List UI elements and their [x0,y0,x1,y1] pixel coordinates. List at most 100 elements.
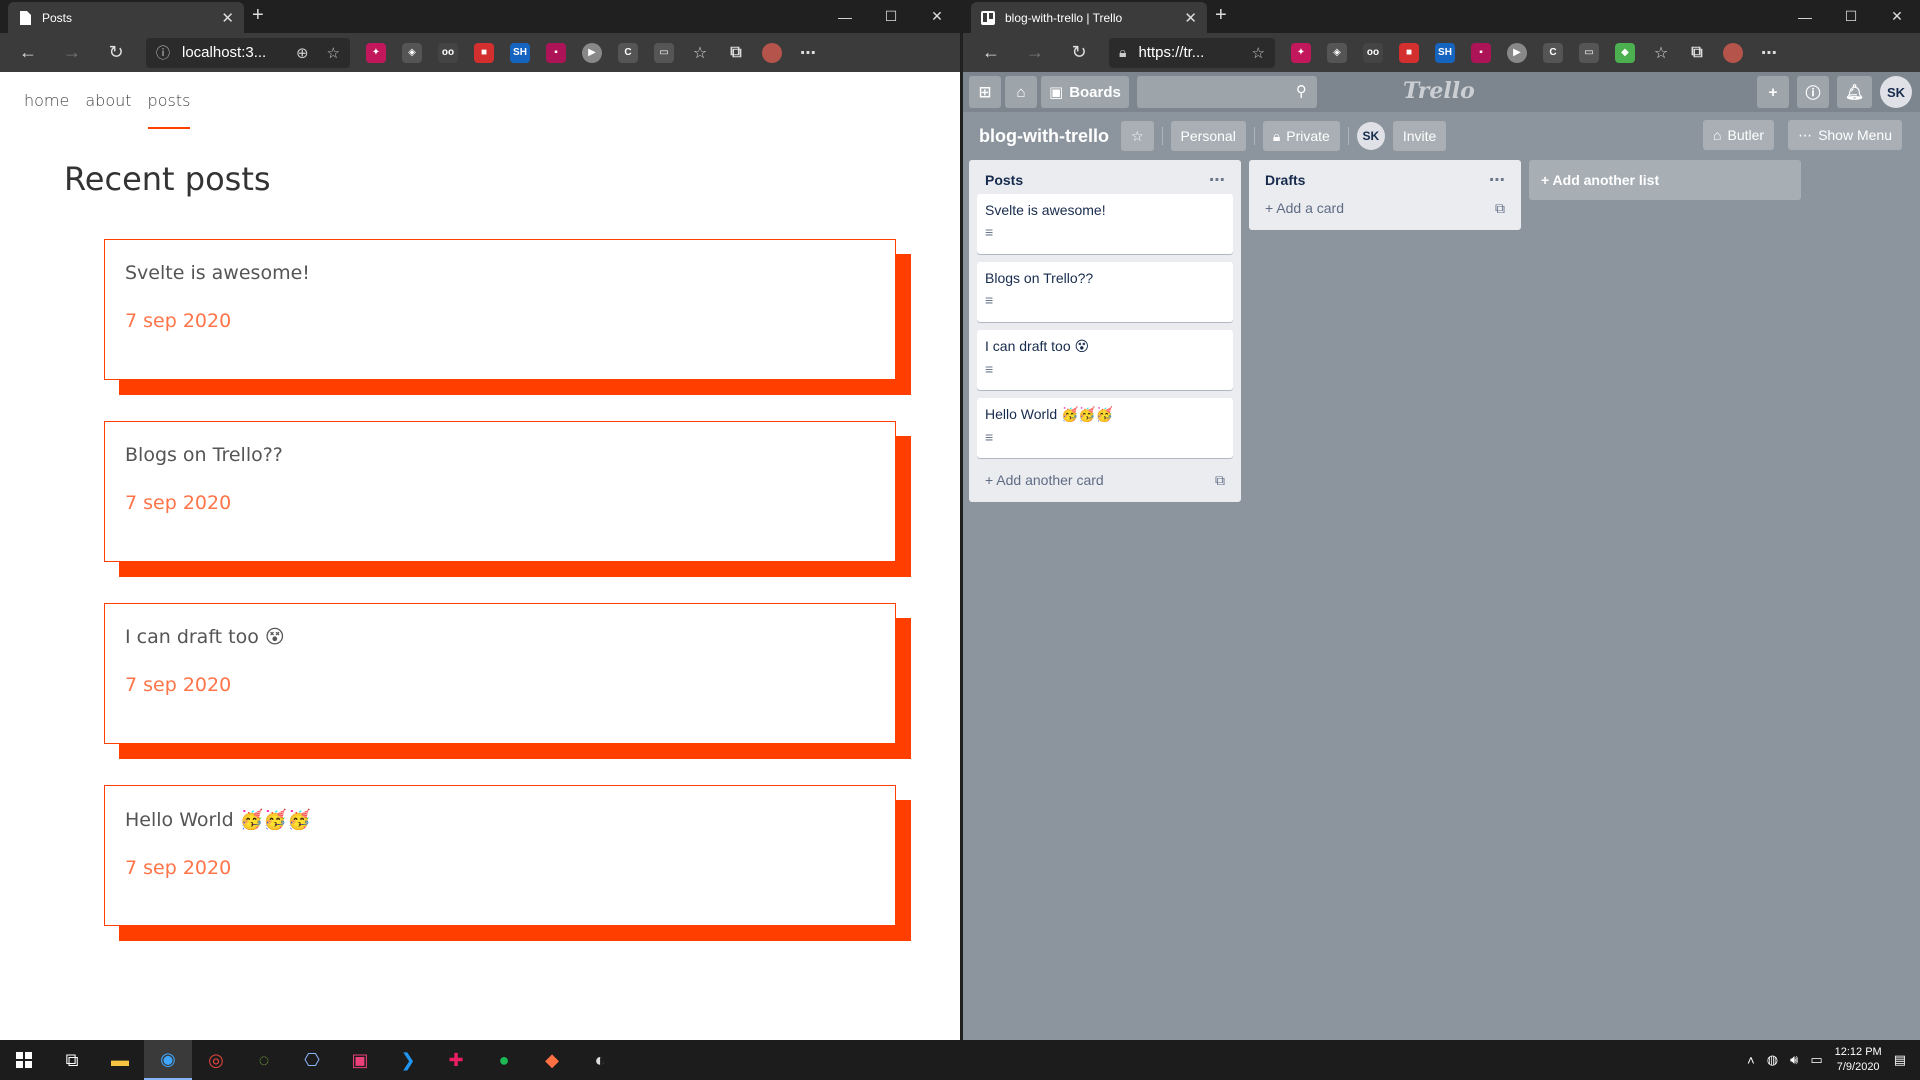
extension-icon[interactable]: ▭ [1579,42,1599,63]
post-card[interactable]: Blogs on Trello?? 7 sep 2020 [104,421,896,562]
show-menu-button[interactable]: ⋯ Show Menu [1788,120,1902,150]
slack-icon[interactable]: ✚ [432,1040,480,1080]
favorite-star-icon[interactable]: ☆ [1252,44,1265,62]
volume-icon[interactable]: 🔊︎ [1790,1052,1798,1068]
post-card[interactable]: Svelte is awesome! 7 sep 2020 [104,239,896,380]
network-app-icon[interactable]: ⎔ [288,1040,336,1080]
chrome-icon[interactable]: ◎ [192,1040,240,1080]
collections-icon[interactable]: ⧉ [726,43,746,63]
minimize-icon[interactable]: — [822,0,868,33]
new-tab-button[interactable]: + [252,4,264,27]
extension-icon[interactable]: C [1543,42,1563,63]
file-explorer-icon[interactable]: ▬ [96,1040,144,1080]
trello-card[interactable]: Hello World 🥳🥳🥳 ≡ [977,398,1233,458]
close-window-icon[interactable]: ✕ [914,0,960,33]
ublock-icon[interactable]: ◈ [1327,42,1347,63]
info-icon[interactable]: ⓘ [1796,76,1829,108]
home-icon[interactable]: ⌂ [1005,76,1037,108]
collections-icon[interactable]: ⧉ [1687,43,1707,63]
vscode-icon[interactable]: ❯ [384,1040,432,1080]
post-title[interactable]: Hello World 🥳🥳🥳 [125,808,875,831]
post-item[interactable]: Svelte is awesome! 7 sep 2020 [104,239,911,395]
lock-icon[interactable]: 🔒︎ [1119,44,1126,61]
obs-icon[interactable]: ◐ [576,1040,624,1080]
notifications-icon[interactable]: ▤ [1894,1052,1906,1068]
network-icon[interactable]: ▭ [1810,1052,1822,1068]
visibility-button[interactable]: 🔒︎ Private [1262,121,1340,151]
spotify-icon[interactable]: ● [480,1040,528,1080]
invite-button[interactable]: Invite [1392,121,1447,151]
close-tab-icon[interactable]: ✕ [221,9,234,27]
card-template-icon[interactable]: ⧉ [1495,200,1505,217]
search-icon[interactable]: ⚲ [1296,82,1307,100]
card-template-icon[interactable]: ⧉ [1215,472,1225,489]
member-avatar[interactable]: SK [1356,122,1385,150]
ublock-icon[interactable]: ◈ [402,42,422,63]
team-button[interactable]: Personal [1170,121,1246,151]
back-icon[interactable]: ← [975,37,1007,69]
post-card[interactable]: Hello World 🥳🥳🥳 7 sep 2020 [104,785,896,926]
extension-icon[interactable]: ▪ [546,42,566,63]
post-item[interactable]: Blogs on Trello?? 7 sep 2020 [104,421,911,577]
extension-icon[interactable]: SH [510,42,530,63]
discord-tray-icon[interactable]: ◍ [1767,1052,1778,1068]
back-icon[interactable]: ← [12,37,44,69]
create-plus-icon[interactable]: + [1756,76,1789,108]
post-title[interactable]: I can draft too 😵 [125,626,875,648]
windows-start-icon[interactable] [0,1040,48,1080]
clock[interactable]: 12:12 PM 7/9/2020 [1835,1045,1882,1075]
extension-icon[interactable]: ▶ [582,42,602,63]
app-icon[interactable]: ◆ [528,1040,576,1080]
favorites-icon[interactable]: ☆ [690,43,710,63]
nav-home[interactable]: home [24,91,69,110]
forward-icon[interactable]: → [1019,37,1051,69]
nav-about[interactable]: about [85,91,131,110]
extension-icon[interactable]: oo [438,42,458,63]
trello-logo[interactable]: Trello [1403,78,1475,104]
nav-posts[interactable]: posts [147,91,190,129]
list-title[interactable]: Drafts [1265,172,1305,188]
zoom-icon[interactable]: ⊕ [296,44,309,62]
list-header[interactable]: Drafts ⋯ [1257,166,1513,194]
search-input[interactable]: ⚲ [1136,76,1317,108]
extension-icon[interactable]: C [618,42,638,63]
trello-card[interactable]: Blogs on Trello?? ≡ [977,262,1233,322]
forward-icon[interactable]: → [56,37,88,69]
address-bar[interactable]: 🔒︎ https://tr... ☆ [1109,37,1275,68]
extension-icon[interactable]: ▶ [1507,42,1527,63]
board-name[interactable]: blog-with-trello [979,126,1109,147]
app-icon[interactable]: ▣ [336,1040,384,1080]
tab-trello[interactable]: blog-with-trello | Trello ✕ [971,2,1207,33]
post-title[interactable]: Svelte is awesome! [125,262,875,284]
maximize-icon[interactable]: ☐ [1828,0,1874,33]
list-title[interactable]: Posts [985,172,1023,188]
address-bar[interactable]: ⓘ localhost:3... ⊕ ☆ [146,37,350,68]
refresh-icon[interactable]: ↻ [100,37,132,69]
notifications-bell-icon[interactable]: 🔔︎ [1836,76,1872,108]
favorites-icon[interactable]: ☆ [1651,43,1671,63]
extension-icon[interactable]: ▪ [1471,42,1491,63]
apps-grid-icon[interactable]: ⊞ [969,76,1001,108]
minimize-icon[interactable]: — [1782,0,1828,33]
add-card-button[interactable]: + Add another card ⧉ [977,466,1233,494]
extension-icon[interactable]: ✦ [366,42,386,63]
chevron-up-icon[interactable]: ˄ [1747,1053,1755,1068]
list-menu-icon[interactable]: ⋯ [1209,170,1225,190]
post-item[interactable]: I can draft too 😵 7 sep 2020 [104,603,911,759]
extension-icon[interactable]: SH [1435,42,1455,63]
boards-button[interactable]: ▣ Boards [1041,76,1129,108]
profile-avatar[interactable] [1723,42,1743,63]
add-card-button[interactable]: + Add a card ⧉ [1257,194,1513,222]
profile-avatar[interactable] [762,42,782,63]
trello-card[interactable]: Svelte is awesome! ≡ [977,194,1233,254]
tab-posts[interactable]: Posts ✕ [8,2,244,33]
star-board-icon[interactable]: ☆ [1120,121,1154,151]
more-menu-icon[interactable]: ⋯ [1759,43,1779,63]
close-window-icon[interactable]: ✕ [1874,0,1920,33]
butler-button[interactable]: ⌂ Butler [1703,120,1775,150]
app-icon[interactable]: ◌ [240,1040,288,1080]
task-view-icon[interactable]: ⧉ [48,1040,96,1080]
extension-icon[interactable]: ■ [474,42,494,63]
list-header[interactable]: Posts ⋯ [977,166,1233,194]
trello-card[interactable]: I can draft too 😵 ≡ [977,330,1233,390]
